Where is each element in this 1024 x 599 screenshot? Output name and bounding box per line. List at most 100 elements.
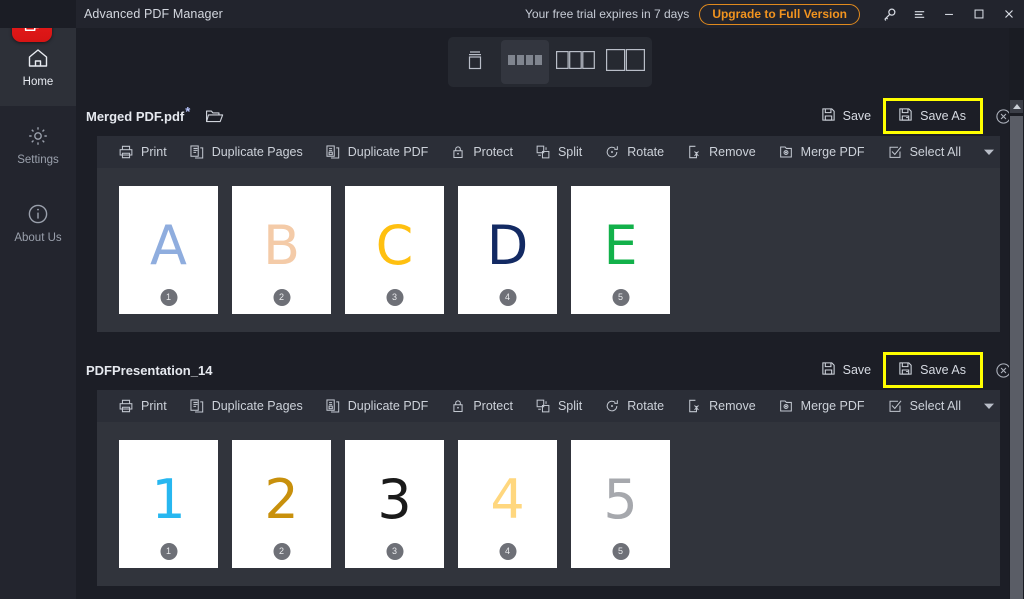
action-duplicate-pdf[interactable]: Duplicate PDF (314, 390, 440, 422)
action-duplicate-pdf[interactable]: Duplicate PDF (314, 136, 440, 168)
page-number-badge: 2 (273, 543, 290, 560)
minimize-icon[interactable] (934, 0, 964, 28)
page-number-badge: 5 (612, 289, 629, 306)
info-icon (26, 202, 50, 226)
page-glyph: D (486, 214, 529, 277)
save-button[interactable]: Save (813, 103, 880, 129)
app-title: Advanced PDF Manager (84, 7, 223, 21)
sidebar-item-settings[interactable]: Settings (0, 106, 76, 184)
page-thumbnail[interactable]: C 3 (345, 186, 444, 314)
document-title-text: Merged PDF.pdf (86, 108, 185, 124)
page-thumbnail[interactable]: 4 4 (458, 440, 557, 568)
action-split[interactable]: Split (524, 136, 593, 168)
action-toolbar: Print Duplicate Pages Duplicate PDF Prot… (97, 136, 1000, 168)
trial-status-text: Your free trial expires in 7 days (525, 7, 690, 21)
duplicate-pages-icon (189, 144, 205, 160)
page-number-badge: 3 (386, 289, 403, 306)
document-title: Merged PDF.pdf* (86, 104, 190, 124)
content-area: Merged PDF.pdf* Save Save As Print Dupli… (76, 28, 1024, 599)
action-toolbar: Print Duplicate Pages Duplicate PDF Prot… (97, 390, 1000, 422)
save-as-highlight: Save As (883, 352, 983, 388)
page-thumbnail[interactable]: B 2 (232, 186, 331, 314)
chevron-down-icon[interactable] (978, 390, 1000, 422)
open-folder-icon[interactable] (203, 105, 225, 127)
duplicate-pages-icon (189, 398, 205, 414)
printer-icon (118, 144, 134, 160)
lock-icon (450, 144, 466, 160)
close-icon[interactable] (994, 0, 1024, 28)
merge-pdf-icon (778, 398, 794, 414)
action-remove[interactable]: Remove (675, 136, 767, 168)
action-merge-pdf[interactable]: Merge PDF (767, 136, 876, 168)
page-glyph: 5 (603, 468, 638, 531)
action-print-label: Print (141, 399, 167, 413)
duplicate-pdf-icon (325, 144, 341, 160)
chevron-down-icon[interactable] (978, 136, 1000, 168)
four-column-view-icon (508, 53, 542, 72)
sidebar: Home Settings About Us (0, 2, 76, 599)
save-as-button[interactable]: Save As (890, 357, 974, 383)
action-select-all[interactable]: Select All (876, 390, 972, 422)
page-number-badge: 4 (499, 289, 516, 306)
merge-pdf-icon (778, 144, 794, 160)
save-button[interactable]: Save (813, 357, 880, 383)
page-thumbnail[interactable]: A 1 (119, 186, 218, 314)
page-number-badge: 1 (160, 543, 177, 560)
action-select-all-label: Select All (909, 399, 961, 413)
split-icon (535, 144, 551, 160)
floppy-disk-as-icon (898, 107, 913, 125)
action-remove[interactable]: Remove (675, 390, 767, 422)
page-number-badge: 2 (273, 289, 290, 306)
sidebar-item-about-us[interactable]: About Us (0, 184, 76, 262)
floppy-disk-icon (821, 107, 836, 125)
page-glyph: E (603, 214, 638, 277)
view-mode-three-column[interactable] (551, 40, 599, 84)
single-page-view-icon (464, 48, 486, 77)
action-rotate-label: Rotate (627, 399, 665, 413)
page-glyph: A (150, 214, 187, 277)
page-number-badge: 5 (612, 543, 629, 560)
pages-panel: 1 1 2 2 3 3 4 4 5 5 (97, 422, 1000, 586)
view-mode-four-column[interactable] (501, 40, 549, 84)
rotate-icon (604, 398, 620, 414)
action-rotate[interactable]: Rotate (593, 136, 675, 168)
upgrade-button[interactable]: Upgrade to Full Version (699, 3, 860, 25)
view-mode-two-column[interactable] (601, 40, 649, 84)
action-protect[interactable]: Protect (439, 390, 524, 422)
remove-icon (686, 144, 702, 160)
checkbox-check-icon (887, 398, 903, 414)
hamburger-menu-icon[interactable] (904, 0, 934, 28)
document-title: PDFPresentation_14 (86, 363, 212, 378)
page-glyph: 4 (490, 468, 525, 531)
sidebar-item-label-about: About Us (14, 231, 62, 244)
page-thumbnail[interactable]: 1 1 (119, 440, 218, 568)
view-mode-single-page[interactable] (451, 40, 499, 84)
action-merge-pdf[interactable]: Merge PDF (767, 390, 876, 422)
key-icon[interactable] (874, 0, 904, 28)
maximize-icon[interactable] (964, 0, 994, 28)
action-duplicate-pages[interactable]: Duplicate Pages (178, 390, 314, 422)
action-duplicate-pages[interactable]: Duplicate Pages (178, 136, 314, 168)
save-button-label: Save (842, 363, 872, 377)
save-as-button-label: Save As (920, 363, 966, 377)
vertical-scrollbar[interactable] (1009, 28, 1024, 599)
action-select-all[interactable]: Select All (876, 136, 972, 168)
action-rotate[interactable]: Rotate (593, 390, 675, 422)
scroll-up-arrow-icon[interactable] (1010, 100, 1023, 113)
action-protect[interactable]: Protect (439, 136, 524, 168)
page-thumbnail[interactable]: 5 5 (571, 440, 670, 568)
page-thumbnail[interactable]: D 4 (458, 186, 557, 314)
page-thumbnail[interactable]: 2 2 (232, 440, 331, 568)
action-duplicate-pdf-label: Duplicate PDF (347, 145, 429, 159)
page-thumbnail[interactable]: E 5 (571, 186, 670, 314)
remove-icon (686, 398, 702, 414)
action-print[interactable]: Print (107, 390, 178, 422)
scroll-thumb[interactable] (1010, 116, 1023, 599)
page-thumbnail[interactable]: 3 3 (345, 440, 444, 568)
save-as-button[interactable]: Save As (890, 103, 974, 129)
split-icon (535, 398, 551, 414)
save-as-button-label: Save As (920, 109, 966, 123)
page-glyph: 1 (151, 468, 186, 531)
action-split[interactable]: Split (524, 390, 593, 422)
action-print[interactable]: Print (107, 136, 178, 168)
